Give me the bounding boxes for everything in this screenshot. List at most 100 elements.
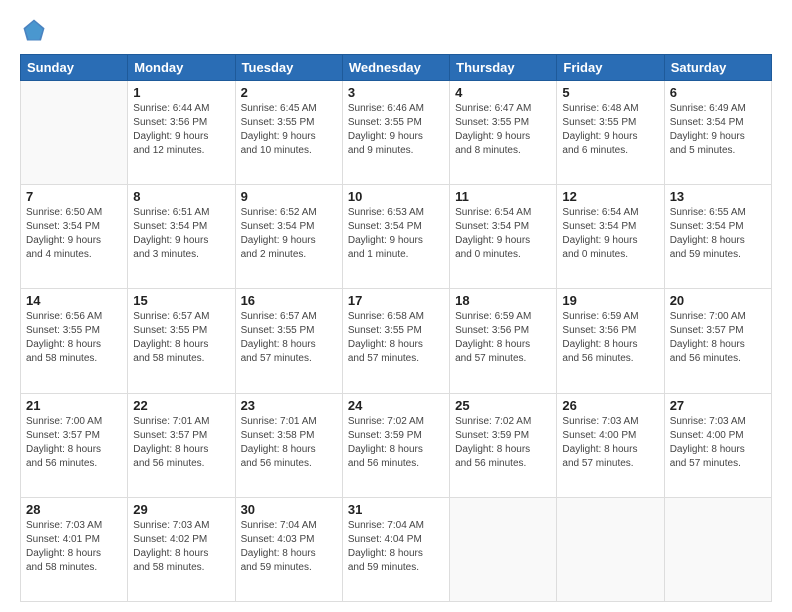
day-number: 31 (348, 502, 444, 517)
day-info: Sunrise: 6:59 AM Sunset: 3:56 PM Dayligh… (562, 310, 658, 366)
day-info: Sunrise: 7:03 AM Sunset: 4:01 PM Dayligh… (26, 519, 122, 575)
day-number: 22 (133, 398, 229, 413)
calendar-body: 1 Sunrise: 6:44 AM Sunset: 3:56 PM Daylig… (21, 81, 772, 602)
day-number: 5 (562, 85, 658, 100)
day-number: 21 (26, 398, 122, 413)
day-number: 4 (455, 85, 551, 100)
calendar-cell: 28 Sunrise: 7:03 AM Sunset: 4:01 PM Dayli… (21, 497, 128, 601)
day-number: 24 (348, 398, 444, 413)
day-number: 7 (26, 189, 122, 204)
calendar-cell: 3Sunrise: 6:46 AM Sunset: 3:55 PM Daylig… (342, 81, 449, 185)
calendar-cell: 30 Sunrise: 7:04 AM Sunset: 4:03 PM Dayli… (235, 497, 342, 601)
day-info: Sunrise: 6:44 AM Sunset: 3:56 PM Dayligh… (133, 102, 229, 158)
calendar-table: SundayMondayTuesdayWednesdayThursdayFrid… (20, 54, 772, 602)
calendar-week-row: 7 Sunrise: 6:50 AM Sunset: 3:54 PM Daylig… (21, 185, 772, 289)
calendar-cell: 5 Sunrise: 6:48 AM Sunset: 3:55 PM Daylig… (557, 81, 664, 185)
day-number: 28 (26, 502, 122, 517)
calendar-cell: 24 Sunrise: 7:02 AM Sunset: 3:59 PM Dayli… (342, 393, 449, 497)
day-number: 2 (241, 85, 337, 100)
day-info: Sunrise: 7:01 AM Sunset: 3:57 PM Dayligh… (133, 415, 229, 471)
day-info: Sunrise: 6:48 AM Sunset: 3:55 PM Dayligh… (562, 102, 658, 158)
day-number: 6 (670, 85, 766, 100)
day-info: Sunrise: 6:55 AM Sunset: 3:54 PM Dayligh… (670, 206, 766, 262)
calendar-cell: 9 Sunrise: 6:52 AM Sunset: 3:54 PM Daylig… (235, 185, 342, 289)
weekday-header-tuesday: Tuesday (235, 55, 342, 81)
calendar-cell: 22 Sunrise: 7:01 AM Sunset: 3:57 PM Dayli… (128, 393, 235, 497)
calendar-cell: 27Sunrise: 7:03 AM Sunset: 4:00 PM Dayli… (664, 393, 771, 497)
calendar-cell: 21 Sunrise: 7:00 AM Sunset: 3:57 PM Dayli… (21, 393, 128, 497)
calendar-cell: 23 Sunrise: 7:01 AM Sunset: 3:58 PM Dayli… (235, 393, 342, 497)
day-number: 23 (241, 398, 337, 413)
weekday-header-sunday: Sunday (21, 55, 128, 81)
day-info: Sunrise: 6:50 AM Sunset: 3:54 PM Dayligh… (26, 206, 122, 262)
day-number: 18 (455, 293, 551, 308)
day-info: Sunrise: 6:58 AM Sunset: 3:55 PM Dayligh… (348, 310, 444, 366)
day-info: Sunrise: 6:51 AM Sunset: 3:54 PM Dayligh… (133, 206, 229, 262)
calendar-week-row: 21 Sunrise: 7:00 AM Sunset: 3:57 PM Dayli… (21, 393, 772, 497)
calendar-cell: 8Sunrise: 6:51 AM Sunset: 3:54 PM Daylig… (128, 185, 235, 289)
calendar-cell: 13 Sunrise: 6:55 AM Sunset: 3:54 PM Dayli… (664, 185, 771, 289)
calendar-cell: 31Sunrise: 7:04 AM Sunset: 4:04 PM Dayli… (342, 497, 449, 601)
calendar-week-row: 1 Sunrise: 6:44 AM Sunset: 3:56 PM Daylig… (21, 81, 772, 185)
day-info: Sunrise: 6:56 AM Sunset: 3:55 PM Dayligh… (26, 310, 122, 366)
day-number: 1 (133, 85, 229, 100)
day-info: Sunrise: 7:01 AM Sunset: 3:58 PM Dayligh… (241, 415, 337, 471)
calendar-cell (21, 81, 128, 185)
day-number: 30 (241, 502, 337, 517)
calendar-cell: 17Sunrise: 6:58 AM Sunset: 3:55 PM Dayli… (342, 289, 449, 393)
calendar-cell: 16 Sunrise: 6:57 AM Sunset: 3:55 PM Dayli… (235, 289, 342, 393)
day-info: Sunrise: 6:47 AM Sunset: 3:55 PM Dayligh… (455, 102, 551, 158)
calendar-cell: 14 Sunrise: 6:56 AM Sunset: 3:55 PM Dayli… (21, 289, 128, 393)
calendar-cell: 25 Sunrise: 7:02 AM Sunset: 3:59 PM Dayli… (450, 393, 557, 497)
day-info: Sunrise: 6:53 AM Sunset: 3:54 PM Dayligh… (348, 206, 444, 262)
logo-icon (20, 16, 48, 44)
day-number: 14 (26, 293, 122, 308)
calendar-cell: 2 Sunrise: 6:45 AM Sunset: 3:55 PM Daylig… (235, 81, 342, 185)
header (20, 16, 772, 44)
day-info: Sunrise: 6:59 AM Sunset: 3:56 PM Dayligh… (455, 310, 551, 366)
day-info: Sunrise: 7:03 AM Sunset: 4:02 PM Dayligh… (133, 519, 229, 575)
calendar-header: SundayMondayTuesdayWednesdayThursdayFrid… (21, 55, 772, 81)
weekday-header-saturday: Saturday (664, 55, 771, 81)
day-info: Sunrise: 6:52 AM Sunset: 3:54 PM Dayligh… (241, 206, 337, 262)
day-info: Sunrise: 6:54 AM Sunset: 3:54 PM Dayligh… (455, 206, 551, 262)
calendar-cell: 26Sunrise: 7:03 AM Sunset: 4:00 PM Dayli… (557, 393, 664, 497)
weekday-header-thursday: Thursday (450, 55, 557, 81)
day-info: Sunrise: 7:04 AM Sunset: 4:03 PM Dayligh… (241, 519, 337, 575)
day-info: Sunrise: 6:57 AM Sunset: 3:55 PM Dayligh… (241, 310, 337, 366)
day-number: 12 (562, 189, 658, 204)
day-number: 25 (455, 398, 551, 413)
calendar-cell: 6Sunrise: 6:49 AM Sunset: 3:54 PM Daylig… (664, 81, 771, 185)
weekday-header-row: SundayMondayTuesdayWednesdayThursdayFrid… (21, 55, 772, 81)
weekday-header-wednesday: Wednesday (342, 55, 449, 81)
day-number: 10 (348, 189, 444, 204)
day-info: Sunrise: 7:00 AM Sunset: 3:57 PM Dayligh… (26, 415, 122, 471)
day-info: Sunrise: 6:46 AM Sunset: 3:55 PM Dayligh… (348, 102, 444, 158)
day-info: Sunrise: 6:45 AM Sunset: 3:55 PM Dayligh… (241, 102, 337, 158)
calendar-cell: 11 Sunrise: 6:54 AM Sunset: 3:54 PM Dayli… (450, 185, 557, 289)
calendar-week-row: 28 Sunrise: 7:03 AM Sunset: 4:01 PM Dayli… (21, 497, 772, 601)
calendar-cell: 7 Sunrise: 6:50 AM Sunset: 3:54 PM Daylig… (21, 185, 128, 289)
day-info: Sunrise: 7:02 AM Sunset: 3:59 PM Dayligh… (455, 415, 551, 471)
calendar-cell: 12 Sunrise: 6:54 AM Sunset: 3:54 PM Dayli… (557, 185, 664, 289)
calendar-week-row: 14 Sunrise: 6:56 AM Sunset: 3:55 PM Dayli… (21, 289, 772, 393)
calendar-cell: 29Sunrise: 7:03 AM Sunset: 4:02 PM Dayli… (128, 497, 235, 601)
calendar-cell: 20Sunrise: 7:00 AM Sunset: 3:57 PM Dayli… (664, 289, 771, 393)
day-number: 16 (241, 293, 337, 308)
calendar-cell (557, 497, 664, 601)
day-number: 9 (241, 189, 337, 204)
day-number: 13 (670, 189, 766, 204)
day-number: 15 (133, 293, 229, 308)
day-info: Sunrise: 7:02 AM Sunset: 3:59 PM Dayligh… (348, 415, 444, 471)
day-info: Sunrise: 7:03 AM Sunset: 4:00 PM Dayligh… (562, 415, 658, 471)
day-number: 19 (562, 293, 658, 308)
calendar-cell: 10 Sunrise: 6:53 AM Sunset: 3:54 PM Dayli… (342, 185, 449, 289)
weekday-header-friday: Friday (557, 55, 664, 81)
calendar-cell: 19 Sunrise: 6:59 AM Sunset: 3:56 PM Dayli… (557, 289, 664, 393)
day-info: Sunrise: 6:54 AM Sunset: 3:54 PM Dayligh… (562, 206, 658, 262)
day-info: Sunrise: 7:03 AM Sunset: 4:00 PM Dayligh… (670, 415, 766, 471)
logo (20, 16, 52, 44)
weekday-header-monday: Monday (128, 55, 235, 81)
calendar-cell: 15Sunrise: 6:57 AM Sunset: 3:55 PM Dayli… (128, 289, 235, 393)
day-number: 11 (455, 189, 551, 204)
